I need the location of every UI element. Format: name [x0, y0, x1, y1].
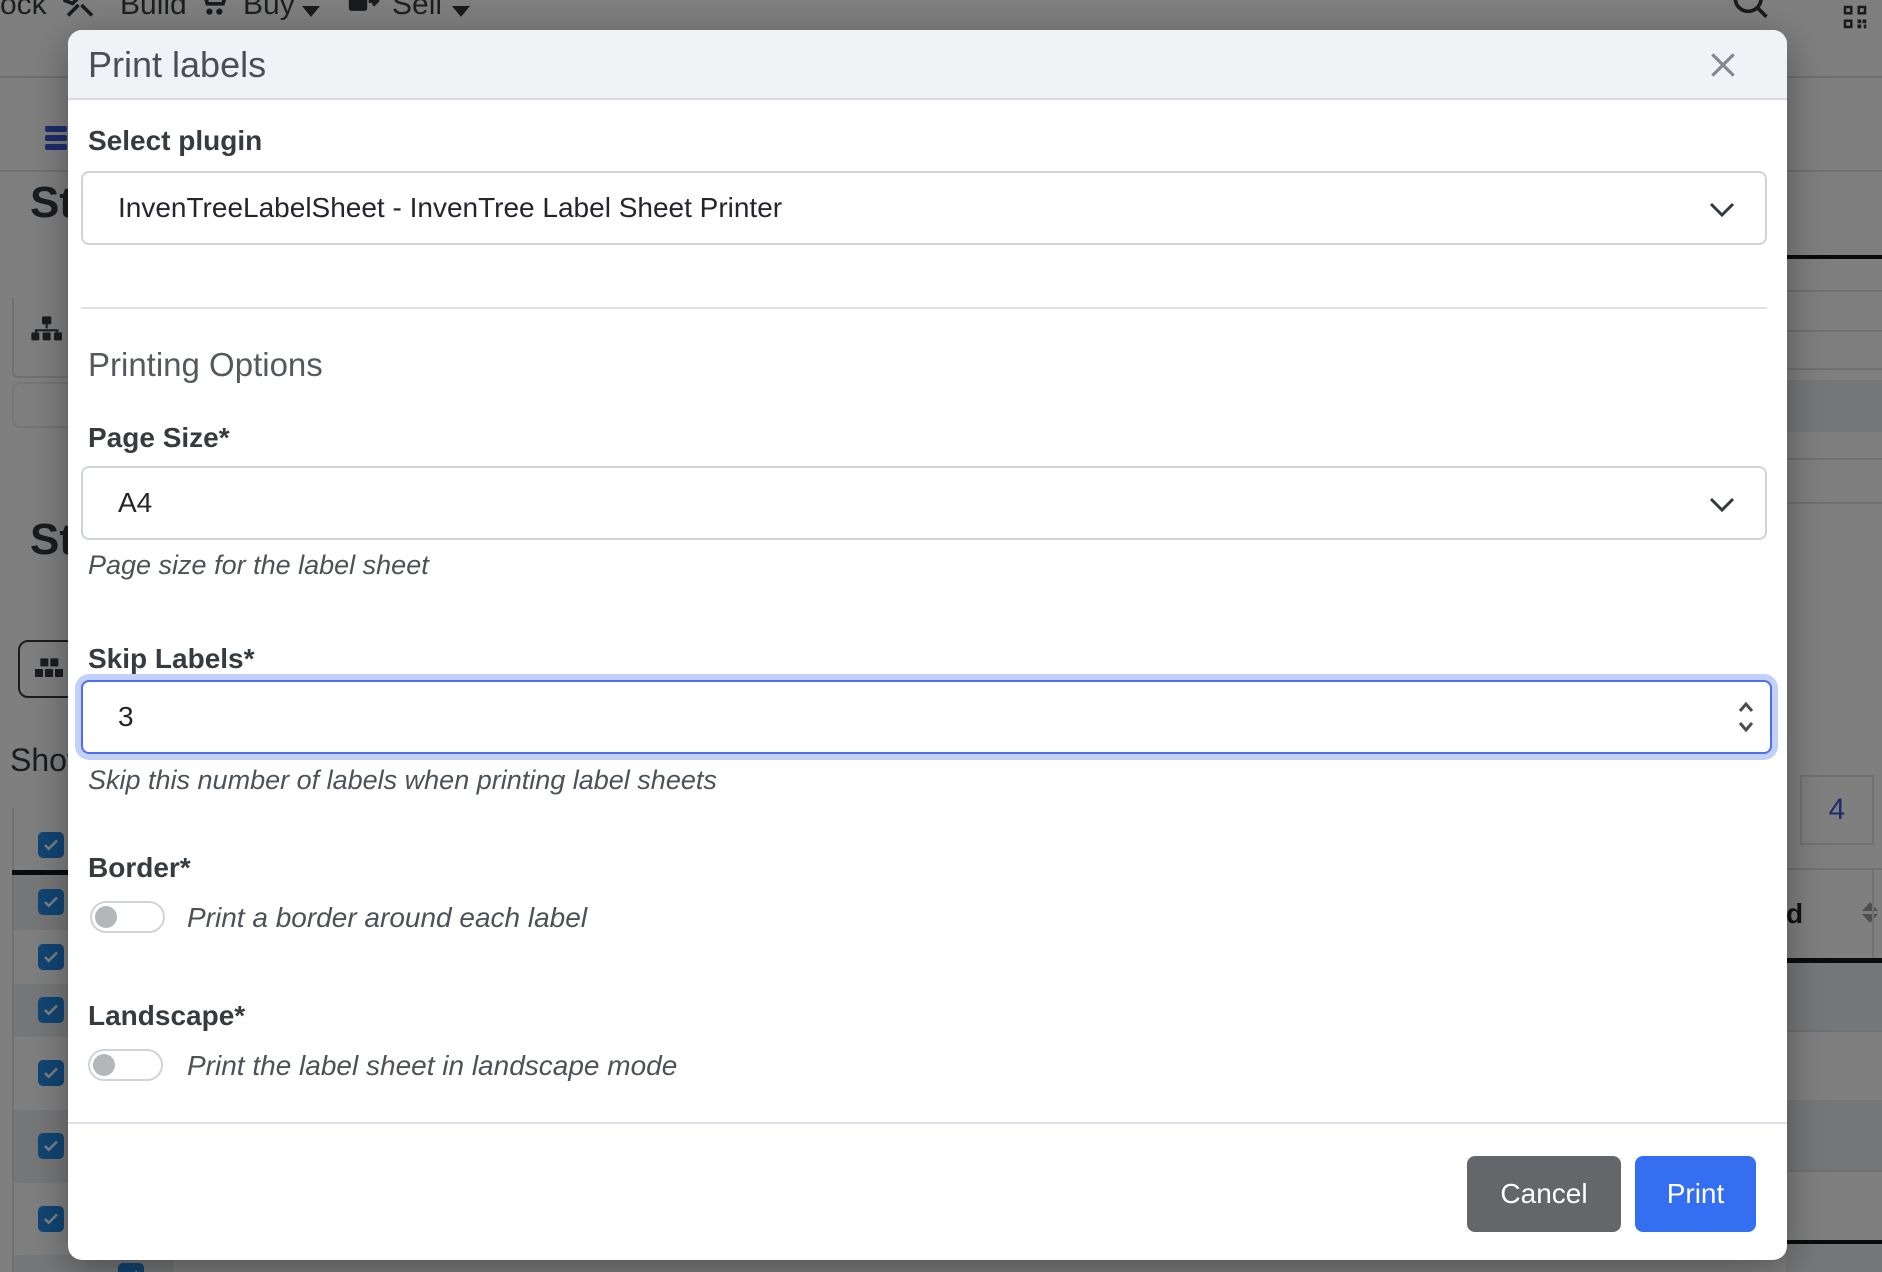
divider — [81, 307, 1767, 309]
skip-labels-help: Skip this number of labels when printing… — [88, 765, 717, 796]
page-size-label: Page Size* — [88, 422, 230, 454]
select-plugin-label: Select plugin — [88, 125, 262, 157]
page-size-select[interactable]: A4 — [81, 466, 1767, 540]
screen: ock Build Buy Sell Sto Sto Show — [0, 0, 1882, 1272]
skip-labels-label: Skip Labels* — [88, 643, 255, 675]
landscape-toggle[interactable] — [88, 1049, 163, 1081]
toggle-knob — [95, 906, 117, 928]
close-icon[interactable] — [1707, 49, 1739, 81]
border-help: Print a border around each label — [187, 902, 587, 934]
plugin-select-value: InvenTreeLabelSheet - InvenTree Label Sh… — [118, 192, 782, 224]
skip-labels-field — [81, 680, 1772, 754]
border-toggle[interactable] — [90, 901, 165, 933]
chevron-down-icon — [1709, 202, 1735, 218]
modal-title: Print labels — [88, 30, 266, 100]
print-button[interactable]: Print — [1635, 1156, 1756, 1232]
cancel-button[interactable]: Cancel — [1467, 1156, 1621, 1232]
printing-options-title: Printing Options — [88, 346, 323, 384]
skip-labels-input[interactable] — [81, 680, 1772, 754]
page-size-help: Page size for the label sheet — [88, 550, 429, 581]
footer-divider — [68, 1122, 1787, 1124]
landscape-help: Print the label sheet in landscape mode — [187, 1050, 677, 1082]
toggle-knob — [93, 1054, 115, 1076]
page-size-value: A4 — [118, 487, 152, 519]
number-spinner[interactable] — [1736, 699, 1756, 735]
border-label: Border* — [88, 852, 191, 884]
plugin-select[interactable]: InvenTreeLabelSheet - InvenTree Label Sh… — [81, 171, 1767, 245]
chevron-down-icon — [1709, 497, 1735, 513]
print-labels-modal: Print labels Select plugin InvenTreeLabe… — [68, 30, 1787, 1260]
modal-header: Print labels — [68, 30, 1787, 100]
landscape-label: Landscape* — [88, 1000, 245, 1032]
